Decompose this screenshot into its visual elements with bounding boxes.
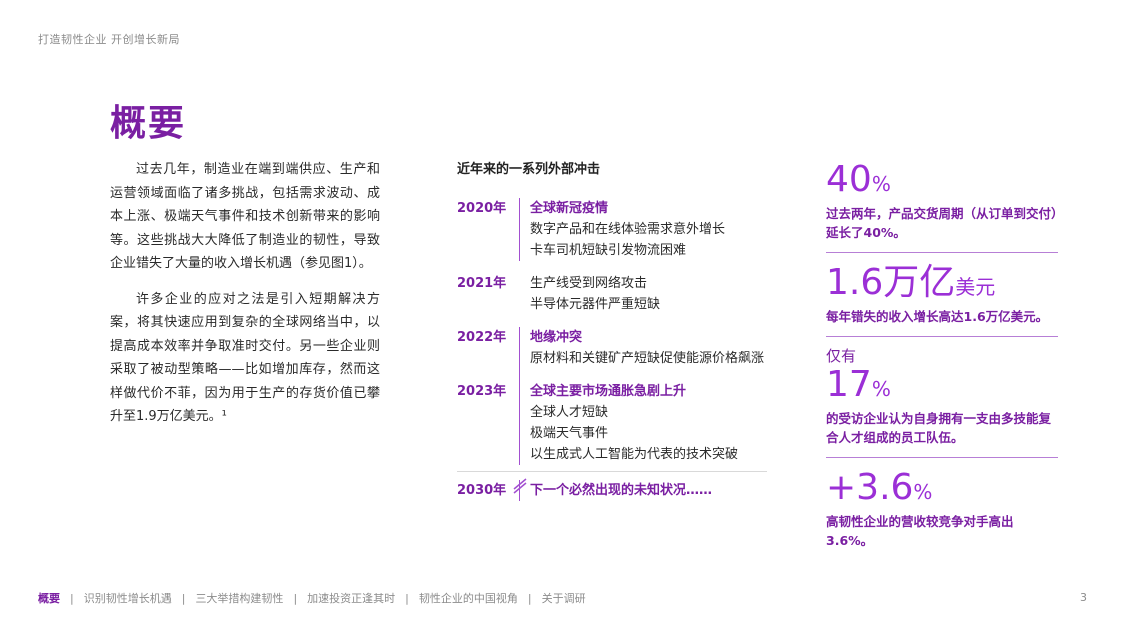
timeline-entry-2020: 2020年 全球新冠疫情 数字产品和在线体验需求意外增长 卡车司机短缺引发物流困… bbox=[457, 198, 772, 261]
timeline-year: 2023年 bbox=[457, 384, 507, 399]
timeline-item: 数字产品和在线体验需求意外增长 bbox=[530, 222, 726, 237]
timeline-item: 卡车司机短缺引发物流困难 bbox=[530, 243, 687, 258]
stat-number: 17% bbox=[826, 364, 891, 405]
timeline-entry-2030: 2030年 下一个必然出现的未知状况…… bbox=[457, 478, 772, 501]
timeline-item: 以生成式人工智能为代表的技术突破 bbox=[530, 447, 739, 462]
timeline-title: 近年来的一系列外部冲击 bbox=[457, 162, 601, 177]
stat-number: 40% bbox=[826, 159, 891, 200]
timeline-item: 半导体元器件严重短缺 bbox=[530, 297, 661, 312]
stat-description: 每年错失的收入增长高达1.6万亿美元。 bbox=[826, 309, 1049, 324]
timeline-item: 生产线受到网络攻击 bbox=[530, 276, 648, 291]
nav-item-accelerate-investment[interactable]: 加速投资正逢其时 bbox=[307, 590, 395, 606]
timeline-headline: 全球新冠疫情 bbox=[530, 201, 609, 216]
nav-item-summary[interactable]: 概要 bbox=[38, 590, 60, 606]
timeline-headline: 下一个必然出现的未知状况…… bbox=[530, 483, 713, 498]
stat-block: 1.6万亿美元 每年错失的收入增长高达1.6万亿美元。 bbox=[826, 252, 1058, 336]
timeline-item: 全球人才短缺 bbox=[530, 405, 609, 420]
intro-text: 过去几年，制造业在端到端供应、生产和运营领域面临了诸多挑战，包括需求波动、成本上… bbox=[110, 158, 380, 441]
page-title: 概要 bbox=[110, 103, 187, 144]
timeline-entry-2021: 2021年 生产线受到网络攻击 半导体元器件严重短缺 bbox=[457, 273, 772, 315]
external-shocks-timeline: 近年来的一系列外部冲击 2020年 全球新冠疫情 数字产品和在线体验需求意外增长… bbox=[457, 158, 772, 501]
timeline-item: 原材料和关键矿产短缺促使能源价格飙涨 bbox=[530, 351, 765, 366]
page-number: 3 bbox=[1080, 591, 1087, 604]
timeline-entry-2023: 2023年 全球主要市场通胀急剧上升 全球人才短缺 极端天气事件 以生成式人工智… bbox=[457, 381, 772, 465]
stat-number: 1.6万亿美元 bbox=[826, 262, 996, 303]
stat-description: 高韧性企业的营收较竞争对手高出3.6%。 bbox=[826, 514, 1014, 548]
timeline-headline: 全球主要市场通胀急剧上升 bbox=[530, 384, 687, 399]
header-title: 打造韧性企业 开创增长新局 bbox=[38, 33, 180, 46]
nav-item-growth-opportunities[interactable]: 识别韧性增长机遇 bbox=[84, 590, 172, 606]
timeline-divider bbox=[457, 471, 767, 472]
timeline-entry-2022: 2022年 地缘冲突 原材料和关键矿产短缺促使能源价格飙涨 bbox=[457, 327, 772, 369]
timeline-year: 2021年 bbox=[457, 276, 507, 291]
timeline: 2020年 全球新冠疫情 数字产品和在线体验需求意外增长 卡车司机短缺引发物流困… bbox=[457, 198, 772, 501]
intro-paragraph: 许多企业的应对之法是引入短期解决方案，将其快速应用到复杂的全球网络当中，以提高成… bbox=[110, 291, 380, 425]
timeline-item: 极端天气事件 bbox=[530, 426, 609, 441]
nav-item-china-perspective[interactable]: 韧性企业的中国视角 bbox=[419, 590, 518, 606]
stat-number: +3.6% bbox=[826, 467, 933, 508]
stat-description: 的受访企业认为自身拥有一支由多技能复合人才组成的员工队伍。 bbox=[826, 411, 1052, 445]
stat-prefix: 仅有 bbox=[826, 347, 857, 365]
key-stats: 40% 过去两年，产品交货周期（从订单到交付）延长了40%。 1.6万亿美元 每… bbox=[826, 160, 1058, 560]
timeline-year: 2020年 bbox=[457, 201, 507, 216]
stat-description: 过去两年，产品交货周期（从订单到交付）延长了40%。 bbox=[826, 206, 1058, 240]
intro-paragraph: 过去几年，制造业在端到端供应、生产和运营领域面临了诸多挑战，包括需求波动、成本上… bbox=[110, 162, 380, 271]
stat-block: +3.6% 高韧性企业的营收较竞争对手高出3.6%。 bbox=[826, 457, 1058, 560]
timeline-headline: 地缘冲突 bbox=[530, 330, 583, 345]
nav-item-about-survey[interactable]: 关于调研 bbox=[542, 590, 586, 606]
stat-block: 40% 过去两年，产品交货周期（从订单到交付）延长了40%。 bbox=[826, 160, 1058, 252]
nav-item-three-measures[interactable]: 三大举措构建韧性 bbox=[195, 590, 283, 606]
footer-nav: 概要 | 识别韧性增长机遇 | 三大举措构建韧性 | 加速投资正逢其时 | 韧性… bbox=[38, 590, 586, 606]
timeline-year: 2022年 bbox=[457, 330, 507, 345]
stat-block: 仅有 17% 的受访企业认为自身拥有一支由多技能复合人才组成的员工队伍。 bbox=[826, 336, 1058, 457]
